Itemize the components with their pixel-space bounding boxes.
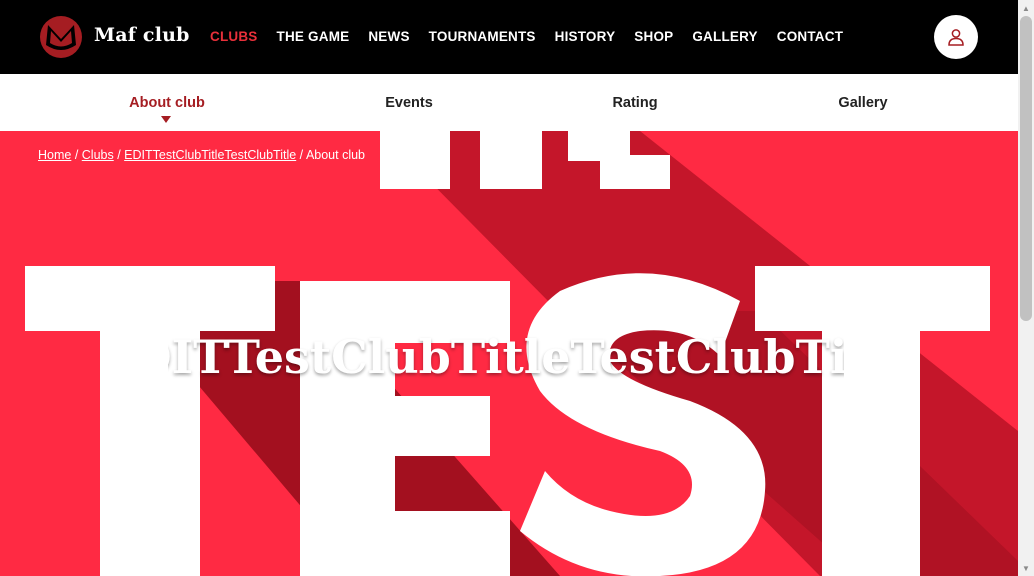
scroll-down-arrow-icon[interactable]: ▼ [1018,560,1034,576]
breadcrumb-clubs[interactable]: Clubs [82,148,114,162]
scrollbar-thumb[interactable] [1020,16,1032,321]
nav-gallery[interactable]: GALLERY [692,29,757,44]
nav-history[interactable]: HISTORY [555,29,616,44]
maf-logo-icon[interactable] [38,15,84,59]
tab-gallery[interactable]: Gallery [838,95,887,111]
scroll-up-arrow-icon[interactable]: ▲ [1018,0,1034,16]
breadcrumb-home[interactable]: Home [38,148,71,162]
nav-the-game[interactable]: THE GAME [277,29,350,44]
user-icon [948,29,964,46]
tab-rating[interactable]: Rating [612,95,657,111]
breadcrumb-current: About club [305,148,366,162]
club-subnav: About club Events Rating Gallery [0,74,1018,131]
club-title: EDITTestClubTitleTestClubTitle [168,330,844,384]
hero-title-clip: EDITTestClubTitleTestClubTitle [168,320,844,400]
nav-contact[interactable]: CONTACT [777,29,843,44]
nav-tournaments[interactable]: TOURNAMENTS [429,29,536,44]
user-account-button[interactable] [934,15,978,59]
site-header: Maf club CLUBS THE GAME NEWS TOURNAMENTS… [0,0,1018,74]
breadcrumb-club[interactable]: EDITTestClubTitleTestClubTitle [124,148,296,162]
breadcrumb: Home / Clubs / EDITTestClubTitleTestClub… [38,148,366,162]
active-tab-indicator [161,116,171,123]
nav-clubs[interactable]: CLUBS [210,29,258,44]
nav-news[interactable]: NEWS [368,29,409,44]
main-nav: CLUBS THE GAME NEWS TOURNAMENTS HISTORY … [210,29,862,44]
nav-shop[interactable]: SHOP [634,29,673,44]
tab-about-club[interactable]: About club [129,95,205,111]
brand-name[interactable]: Maf club [94,24,190,46]
tab-events[interactable]: Events [385,95,433,111]
